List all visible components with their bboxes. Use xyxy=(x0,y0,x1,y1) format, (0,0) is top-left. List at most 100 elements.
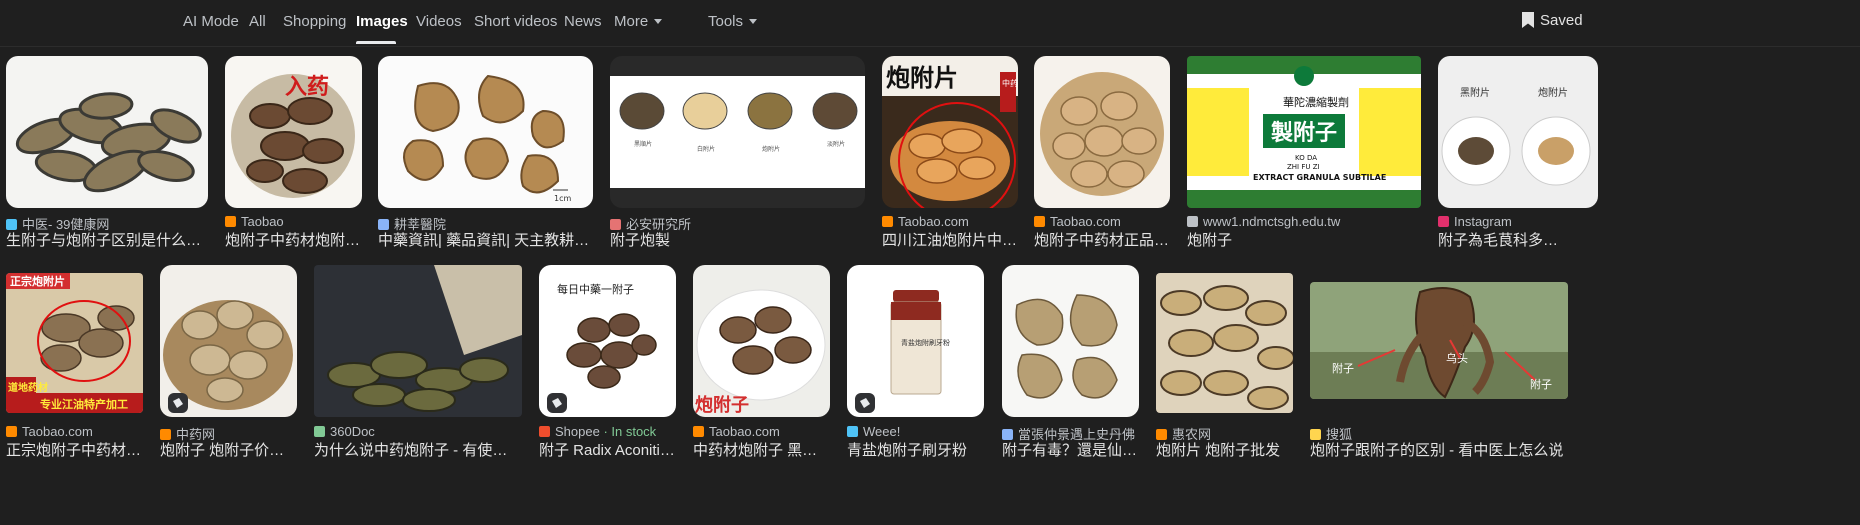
favicon-icon xyxy=(1034,216,1045,227)
result-thumbnail[interactable] xyxy=(1156,273,1293,413)
favicon-icon xyxy=(882,216,893,227)
source-name: Taobao.com xyxy=(22,424,93,439)
source-name: Shopee xyxy=(555,424,600,439)
result-title[interactable]: 中药材炮附子 黑顺片 油 xyxy=(693,439,830,460)
result-thumbnail[interactable]: 黑附片 炮附片 xyxy=(1438,56,1598,208)
image-caption: 炮附片 xyxy=(1538,86,1568,99)
image-result[interactable]: 入药 Taobao 炮附子中药材炮附片中药材 xyxy=(225,56,362,249)
result-source: Taobao xyxy=(225,214,362,229)
result-source: Weee! xyxy=(847,424,984,439)
source-name: Taobao.com xyxy=(898,214,969,229)
nav-divider xyxy=(0,46,1860,47)
result-thumbnail[interactable]: 華陀濃縮製劑 製附子 KO DA ZHI FU ZI EXTRACT GRANU… xyxy=(1187,56,1421,208)
tab-news[interactable]: News xyxy=(564,13,602,30)
image-caption: 白附片 xyxy=(697,145,715,153)
image-caption: 青盐炮附刷牙粉 xyxy=(901,338,950,347)
tab-shopping[interactable]: Shopping xyxy=(283,13,346,30)
chevron-down-icon xyxy=(654,19,663,24)
tab-videos[interactable]: Videos xyxy=(416,13,462,30)
favicon-icon xyxy=(1438,216,1449,227)
result-thumbnail[interactable]: 炮附片 中药村 xyxy=(882,56,1018,208)
image-result[interactable]: 中药网 炮附子 炮附子价格多少 xyxy=(160,265,297,525)
result-title[interactable]: 附子為毛茛科多年生草本植物 xyxy=(1438,229,1568,250)
saved-label: Saved xyxy=(1540,12,1583,29)
image-result[interactable]: 華陀濃縮製劑 製附子 KO DA ZHI FU ZI EXTRACT GRANU… xyxy=(1187,56,1421,249)
result-title[interactable]: 生附子与炮附子区别是什么_39健康网_中医 xyxy=(6,229,208,250)
favicon-icon xyxy=(225,216,236,227)
result-thumbnail[interactable]: 1cm xyxy=(378,56,593,208)
tools-button[interactable]: Tools xyxy=(708,13,758,30)
result-source: 360Doc xyxy=(314,424,522,439)
source-name: Taobao xyxy=(241,214,284,229)
result-thumbnail[interactable] xyxy=(160,265,297,417)
result-thumbnail[interactable]: 青盐炮附刷牙粉 xyxy=(847,265,984,417)
image-result[interactable]: 中医- 39健康网 生附子与炮附子区别是什么_39健康网_中医 xyxy=(6,56,208,249)
result-thumbnail[interactable]: 黑順片 白附片 炮附片 淡附片 xyxy=(610,56,865,208)
result-thumbnail[interactable]: 每日中藥一附子 xyxy=(539,265,676,417)
result-title[interactable]: 青盐炮附子刷牙粉 xyxy=(847,439,984,460)
image-result[interactable]: 惠农网 炮附片 炮附子批发 xyxy=(1156,273,1293,525)
image-caption: 正宗炮附片 xyxy=(10,274,65,288)
favicon-icon xyxy=(314,426,325,437)
image-result[interactable]: 炮附子 Taobao.com 中药材炮附子 黑顺片 油 xyxy=(693,265,830,525)
image-result[interactable]: 1cm 耕莘醫院 中藥資訊| 藥品資訊| 天主教耕莘醫療財團法人 xyxy=(378,56,593,249)
result-source: Taobao.com xyxy=(882,214,1018,229)
image-result[interactable]: 正宗炮附片 道地药材 专业江油特产加工 Taobao.com 正宗炮附子中药材炮… xyxy=(6,273,143,525)
result-thumbnail[interactable] xyxy=(314,265,522,417)
saved-button[interactable]: Saved xyxy=(1522,12,1583,29)
result-title[interactable]: 正宗炮附子中药材炮附片 xyxy=(6,439,143,460)
image-caption: 炮附片 xyxy=(886,64,958,92)
result-title[interactable]: 炮附片 炮附子批发 xyxy=(1156,439,1293,460)
image-caption: 每日中藥一附子 xyxy=(557,282,634,296)
result-title[interactable]: 附子炮製 xyxy=(610,229,865,250)
favicon-icon xyxy=(6,426,17,437)
image-result[interactable]: Taobao.com 炮附子中药材正品黑顺片 xyxy=(1034,56,1170,249)
result-title[interactable]: 附子 Radix Aconiti Praeparata xyxy=(539,439,676,460)
result-title[interactable]: 四川江油炮附片中药材 xyxy=(882,229,1018,250)
result-title[interactable]: 炮附子跟附子的区别 - 看中医上怎么说 xyxy=(1310,439,1568,460)
result-source: Taobao.com xyxy=(6,424,143,439)
result-thumbnail[interactable] xyxy=(6,56,208,208)
favicon-icon xyxy=(539,426,550,437)
tab-short-videos[interactable]: Short videos xyxy=(474,13,557,30)
image-result[interactable]: 附子 乌头 附子 搜狐 炮附子跟附子的区别 - 看中医上怎么说 xyxy=(1310,282,1568,525)
image-result[interactable]: 每日中藥一附子 Shopee · In stock 附子 Radix Aconi… xyxy=(539,265,676,525)
result-title[interactable]: 炮附子 xyxy=(1187,229,1421,250)
tab-more[interactable]: More xyxy=(614,13,663,30)
result-thumbnail[interactable]: 附子 乌头 附子 xyxy=(1310,282,1568,399)
image-caption: 炮附子 xyxy=(695,394,749,416)
image-result[interactable]: 黑順片 白附片 炮附片 淡附片 必安研究所 附子炮製 xyxy=(610,56,865,249)
tab-ai-mode[interactable]: AI Mode xyxy=(183,13,239,30)
source-name: Instagram xyxy=(1454,214,1512,229)
image-caption: 黑附片 xyxy=(1460,86,1490,99)
result-thumbnail[interactable]: 入药 xyxy=(225,56,362,208)
result-title[interactable]: 为什么说中药炮附子 - 有使用时是有 xyxy=(314,439,522,460)
result-title[interactable]: 炮附子中药材正品黑顺片 xyxy=(1034,229,1170,250)
source-name: Weee! xyxy=(863,424,901,439)
result-thumbnail[interactable]: 炮附子 xyxy=(693,265,830,417)
image-result[interactable]: 當張仲景遇上史丹佛 附子有毒？還是仙草嗎 xyxy=(1002,265,1139,525)
scale-label: 1cm xyxy=(554,194,571,203)
tab-all[interactable]: All xyxy=(249,13,266,30)
source-name: www1.ndmctsgh.edu.tw xyxy=(1203,214,1341,229)
result-source: Taobao.com xyxy=(693,424,830,439)
result-title[interactable]: 附子有毒？還是仙草嗎 xyxy=(1002,439,1139,460)
result-source: Instagram xyxy=(1438,214,1568,229)
image-caption: 炮附片 xyxy=(762,145,780,153)
result-source: Taobao.com xyxy=(1034,214,1170,229)
result-title[interactable]: 中藥資訊| 藥品資訊| 天主教耕莘醫療財團法人 xyxy=(378,229,593,250)
source-name: Taobao.com xyxy=(709,424,780,439)
result-title[interactable]: 炮附子中药材炮附片中药材 xyxy=(225,229,362,250)
image-result[interactable]: 黑附片 炮附片 Instagram 附子為毛茛科多年生草本植物 xyxy=(1438,56,1598,249)
result-thumbnail[interactable] xyxy=(1034,56,1170,208)
result-title[interactable]: 炮附子 炮附子价格多少 xyxy=(160,439,297,460)
product-tag-icon xyxy=(855,393,875,413)
source-name: 360Doc xyxy=(330,424,375,439)
image-result[interactable]: 青盐炮附刷牙粉 Weee! 青盐炮附子刷牙粉 xyxy=(847,265,984,525)
result-thumbnail[interactable] xyxy=(1002,265,1139,417)
tab-images[interactable]: Images xyxy=(356,13,408,30)
image-result[interactable]: 炮附片 中药村 Taobao.com 四川江油炮附片中药材 xyxy=(882,56,1018,249)
result-thumbnail[interactable]: 正宗炮附片 道地药材 专业江油特产加工 xyxy=(6,273,143,413)
image-result[interactable]: 360Doc 为什么说中药炮附子 - 有使用时是有 xyxy=(314,265,522,525)
favicon-icon xyxy=(1187,216,1198,227)
